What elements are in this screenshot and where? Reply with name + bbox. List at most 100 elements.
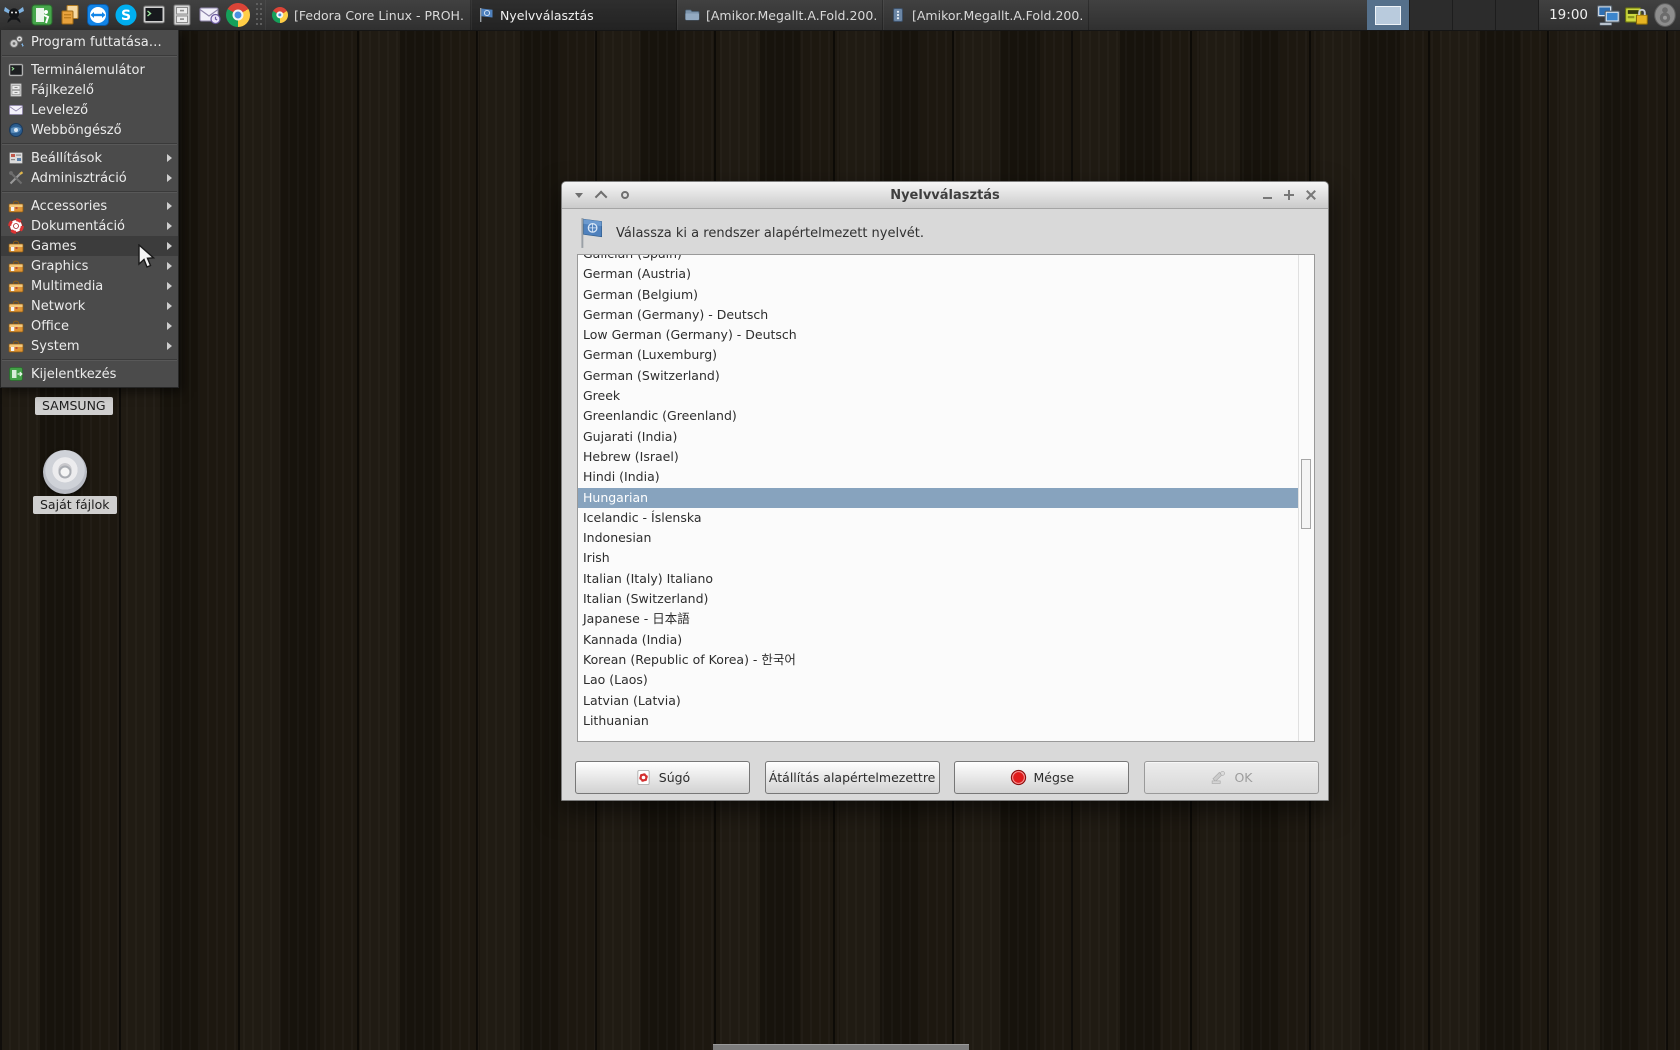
menu-item-settings[interactable]: Beállítások (1, 148, 178, 168)
bottom-panel-peek[interactable] (713, 1044, 969, 1050)
logout-icon (9, 367, 23, 381)
list-item[interactable]: German (Switzerland) (578, 366, 1298, 386)
menu-item-multimedia[interactable]: Multimedia (1, 276, 178, 296)
desktop-icon-label-sajat-fajlok[interactable]: Saját fájlok (33, 496, 117, 514)
workspace-1[interactable] (1367, 0, 1411, 30)
workspace-3[interactable] (1453, 0, 1497, 30)
list-item[interactable]: Hungarian (578, 487, 1298, 508)
close-icon[interactable] (1304, 188, 1318, 202)
menu-item-games[interactable]: Games (1, 236, 178, 256)
submenu-arrow-icon (167, 154, 172, 162)
list-item[interactable]: Hebrew (Israel) (578, 447, 1298, 467)
list-item[interactable]: German (Germany) - Deutsch (578, 305, 1298, 325)
taskbar-item-amikor-2[interactable]: [Amikor.Megallt.A.Fold.200… (883, 0, 1089, 30)
menu-item-accessories[interactable]: Accessories (1, 196, 178, 216)
scrollbar[interactable] (1298, 255, 1314, 741)
menu-item-label: Kijelentkezés (31, 366, 117, 382)
reset-default-button[interactable]: Átállítás alapértelmezettre (764, 761, 940, 794)
list-item[interactable]: German (Belgium) (578, 285, 1298, 305)
session-logout-icon[interactable] (28, 1, 56, 29)
menu-item-label: Graphics (31, 258, 89, 274)
list-item[interactable]: Japanese - 日本語 (578, 609, 1298, 629)
list-item[interactable]: Icelandic - Íslenska (578, 508, 1298, 528)
chrome-icon[interactable] (224, 1, 252, 29)
app-logo-icon[interactable] (0, 1, 28, 29)
flag-icon (581, 218, 602, 248)
list-item[interactable]: Low German (Germany) - Deutsch (578, 325, 1298, 345)
menu-item-logout[interactable]: Kijelentkezés (1, 364, 178, 384)
menu-item-mail[interactable]: Levelező (1, 100, 178, 120)
menu-item-run[interactable]: Program futtatása… (1, 32, 178, 52)
workspace-switcher (1367, 0, 1540, 30)
list-item[interactable]: Gujarati (India) (578, 427, 1298, 447)
dvd-icon[interactable] (43, 450, 87, 494)
list-item[interactable]: Latvian (Latvia) (578, 691, 1298, 711)
scrollbar-thumb[interactable] (1301, 459, 1311, 529)
list-item[interactable]: Lao (Laos) (578, 670, 1298, 690)
list-item[interactable]: German (Austria) (578, 264, 1298, 284)
cancel-button[interactable]: Mégse (954, 761, 1130, 794)
list-item[interactable]: Lithuanian (578, 711, 1298, 731)
file-manager-icon (10, 83, 22, 97)
taskbar-item-amikor-1[interactable]: [Amikor.Megallt.A.Fold.200… (677, 0, 883, 30)
menu-item-administration[interactable]: Adminisztráció (1, 168, 178, 188)
list-item[interactable]: Irish (578, 548, 1298, 568)
desktop-icon-label-samsung[interactable]: SAMSUNG (35, 397, 113, 415)
menu-item-terminal[interactable]: Terminálemulátor (1, 60, 178, 80)
submenu-arrow-icon (167, 262, 172, 270)
task-label: [Amikor.Megallt.A.Fold.200… (706, 7, 876, 23)
menu-item-documentation[interactable]: Dokumentáció (1, 216, 178, 236)
teamviewer-icon[interactable] (84, 1, 112, 29)
language-list: Galician (Spain)German (Austria)German (… (578, 255, 1298, 731)
dialog-header: Válassza ki a rendszer alapértelmezett n… (562, 209, 1328, 255)
list-item[interactable]: Hindi (India) (578, 467, 1298, 487)
menu-item-graphics[interactable]: Graphics (1, 256, 178, 276)
ok-button[interactable]: OK (1143, 761, 1319, 794)
copy-files-icon[interactable] (56, 1, 84, 29)
taskbar-item-fedora[interactable]: [Fedora Core Linux - PROH… (265, 0, 471, 30)
workspace-4[interactable] (1496, 0, 1540, 30)
media-file-icon (893, 8, 903, 22)
folder-icon (685, 9, 700, 21)
help-icon (637, 769, 650, 786)
maximize-icon[interactable] (1282, 188, 1296, 202)
list-item[interactable]: German (Luxemburg) (578, 345, 1298, 365)
list-item[interactable]: Italian (Italy) Italiano (578, 569, 1298, 589)
menu-item-network[interactable]: Network (1, 296, 178, 316)
window-menu-icon[interactable] (572, 188, 586, 202)
button-label: Mégse (1033, 770, 1075, 785)
menu-item-file-manager[interactable]: Fájlkezelő (1, 80, 178, 100)
cancel-icon (1010, 769, 1026, 786)
list-item[interactable]: Italian (Switzerland) (578, 589, 1298, 609)
language-dialog: Nyelvválasztás Válassza ki a rendszer al… (561, 181, 1329, 801)
svg-text:S: S (121, 8, 131, 24)
list-item[interactable]: Korean (Republic of Korea) - 한국어 (578, 650, 1298, 670)
list-item[interactable]: Kannada (India) (578, 630, 1298, 650)
skype-icon[interactable]: S (112, 1, 140, 29)
taskbar-item-nyelvvalasztas[interactable]: Nyelvválasztás (471, 0, 677, 30)
dialog-title: Nyelvválasztás (890, 187, 1000, 203)
menu-item-office[interactable]: Office (1, 316, 178, 336)
toolbox-icon (8, 280, 24, 293)
help-button[interactable]: Súgó (575, 761, 750, 794)
shade-icon[interactable] (594, 188, 609, 203)
file-cabinet-icon[interactable] (168, 1, 196, 29)
stick-icon[interactable] (618, 188, 632, 202)
device-lock-icon[interactable] (1624, 2, 1650, 28)
workspace-2[interactable] (1410, 0, 1454, 30)
list-item[interactable]: Greek (578, 386, 1298, 406)
terminal-icon (8, 63, 24, 77)
list-item[interactable]: Greenlandic (Greenland) (578, 406, 1298, 426)
ok-stamp-icon (1212, 771, 1226, 784)
menu-item-browser[interactable]: Webböngésző (1, 120, 178, 140)
list-item[interactable]: Indonesian (578, 528, 1298, 548)
list-item[interactable]: Galician (Spain) (578, 255, 1298, 264)
dialog-titlebar[interactable]: Nyelvválasztás (562, 182, 1328, 209)
speaker-icon[interactable] (1652, 2, 1678, 28)
menu-item-system[interactable]: System (1, 336, 178, 356)
minimize-icon[interactable] (1260, 188, 1274, 202)
toolbox-icon (8, 240, 24, 253)
terminal-icon[interactable] (140, 1, 168, 29)
mail-clock-icon[interactable] (196, 1, 224, 29)
network-computers-icon[interactable] (1596, 2, 1622, 28)
